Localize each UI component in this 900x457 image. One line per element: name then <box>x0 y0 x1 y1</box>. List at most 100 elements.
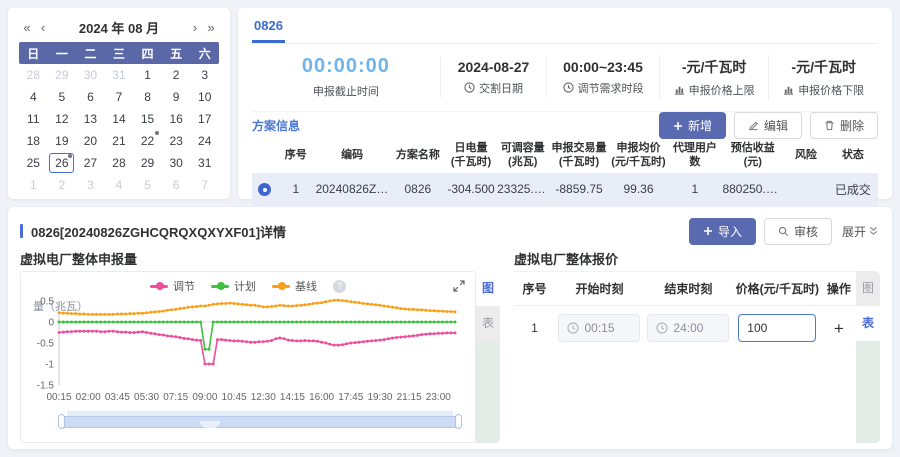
calendar-day[interactable]: 7 <box>106 87 131 107</box>
svg-text:-0.5: -0.5 <box>37 339 55 350</box>
calendar-day[interactable]: 6 <box>78 87 103 107</box>
slider-range[interactable] <box>61 416 459 428</box>
start-time-input[interactable]: 00:15 <box>558 314 640 342</box>
prev-month-button[interactable]: ‹ <box>35 20 51 35</box>
calendar-day[interactable]: 17 <box>192 109 217 129</box>
calendar-day[interactable]: 13 <box>78 109 103 129</box>
next-month-button[interactable]: › <box>187 20 203 35</box>
stats-row: 00:00:00 申报截止时间 2024-08-27 交割日期 00:00~23… <box>252 44 878 112</box>
calendar-day[interactable]: 8 <box>135 87 160 107</box>
calendar-day[interactable]: 26 <box>49 153 74 173</box>
calendar-day[interactable]: 30 <box>78 65 103 85</box>
add-price-row-button[interactable]: + <box>834 319 844 338</box>
calendar-day[interactable]: 3 <box>192 65 217 85</box>
calendar-day[interactable]: 29 <box>49 65 74 85</box>
calendar-day[interactable]: 18 <box>21 131 46 151</box>
calendar-day[interactable]: 23 <box>164 131 189 151</box>
calendar-day[interactable]: 3 <box>78 175 103 195</box>
calendar-day[interactable]: 2 <box>164 65 189 85</box>
help-icon[interactable]: ? <box>333 280 346 293</box>
calendar-day[interactable]: 19 <box>49 131 74 151</box>
calendar-day[interactable]: 24 <box>192 131 217 151</box>
calendar-day[interactable]: 1 <box>21 175 46 195</box>
calendar-day[interactable]: 1 <box>135 65 160 85</box>
calendar-grid: 2829303112345678910111213141516171819202… <box>19 64 219 196</box>
chart-legend: 调节计划基线? <box>27 277 469 295</box>
calendar-day[interactable]: 22 <box>135 131 160 151</box>
expand-toggle[interactable]: 展开 <box>840 223 880 240</box>
title-accent-bar <box>20 224 23 238</box>
calendar-day[interactable]: 9 <box>164 87 189 107</box>
calendar-day[interactable]: 28 <box>106 153 131 173</box>
calendar-day[interactable]: 10 <box>192 87 217 107</box>
audit-button[interactable]: 审核 <box>764 218 832 245</box>
cell-name: 0826 <box>390 173 446 206</box>
calendar-day[interactable]: 29 <box>135 153 160 173</box>
calendar-day[interactable]: 2 <box>49 175 74 195</box>
calendar-day[interactable]: 28 <box>21 65 46 85</box>
stat-deadline: 00:00:00 申报截止时间 <box>252 53 440 101</box>
prev-year-button[interactable]: « <box>19 20 35 35</box>
slider-handle-right[interactable] <box>455 414 462 429</box>
tab-table-view[interactable]: 表 <box>856 306 880 341</box>
calendar-day[interactable]: 5 <box>49 87 74 107</box>
edit-button[interactable]: 编辑 <box>734 112 802 139</box>
svg-text:12:30: 12:30 <box>251 392 276 403</box>
datazoom-slider[interactable] <box>61 411 459 428</box>
svg-text:0: 0 <box>48 318 54 329</box>
svg-text:-1.5: -1.5 <box>37 381 55 392</box>
cell-adjustable-capacity: 23325.000 <box>496 173 549 206</box>
column-header: 价格(元/千瓦时) <box>733 280 822 297</box>
chart-svg: 0.50-0.5-1-1.500:1502:0003:4505:3007:150… <box>27 295 465 407</box>
calendar-day[interactable]: 11 <box>21 109 46 129</box>
calendar-day[interactable]: 27 <box>78 153 103 173</box>
calendar-day[interactable]: 6 <box>164 175 189 195</box>
pricing-seq: 1 <box>514 321 555 335</box>
calendar-day[interactable]: 15 <box>135 109 160 129</box>
calendar-day[interactable]: 25 <box>21 153 46 173</box>
end-time-input[interactable]: 24:00 <box>647 314 729 342</box>
slider-handle-left[interactable] <box>58 414 65 429</box>
detail-panel: 0826[20240826ZGHCQRQXQXYXF01]详情 导入 审核 展开… <box>8 207 892 449</box>
svg-text:03:45: 03:45 <box>105 392 130 403</box>
legend-item[interactable]: 调节 <box>150 278 195 294</box>
calendar-day[interactable]: 4 <box>106 175 131 195</box>
column-header: 结束时刻 <box>644 280 733 297</box>
row-radio[interactable] <box>258 183 271 196</box>
calendar-day[interactable]: 5 <box>135 175 160 195</box>
calendar-day[interactable]: 30 <box>164 153 189 173</box>
calendar-day[interactable]: 14 <box>106 109 131 129</box>
tab-chart-view[interactable]: 图 <box>476 271 500 306</box>
tab-0826[interactable]: 0826 <box>252 16 285 43</box>
next-year-button[interactable]: » <box>203 20 219 35</box>
price-input[interactable] <box>738 314 816 342</box>
tab-chart-view[interactable]: 图 <box>856 271 880 306</box>
expand-label: 展开 <box>842 223 866 240</box>
stat-price-lower: -元/千瓦时 申报价格下限 <box>768 55 878 100</box>
calendar-day[interactable]: 20 <box>78 131 103 151</box>
calendar-day[interactable]: 4 <box>21 87 46 107</box>
add-button[interactable]: 新增 <box>659 112 726 139</box>
stat-delivery-date: 2024-08-27 交割日期 <box>440 57 546 98</box>
calendar-day[interactable]: 21 <box>106 131 131 151</box>
tab-table-view[interactable]: 表 <box>476 306 500 341</box>
bar-chart-icon <box>783 84 794 95</box>
calendar-day[interactable]: 12 <box>49 109 74 129</box>
fullscreen-icon[interactable] <box>453 280 465 295</box>
calendar-day[interactable]: 31 <box>192 153 217 173</box>
table-row[interactable]: 1 20240826ZGHC... 0826 -304.500 23325.00… <box>252 173 878 206</box>
report-chart[interactable]: 0.50-0.5-1-1.500:1502:0003:4505:3007:150… <box>27 295 469 410</box>
calendar-day[interactable]: 31 <box>106 65 131 85</box>
stat-value: 00:00~23:45 <box>551 59 655 75</box>
import-button[interactable]: 导入 <box>689 218 756 245</box>
stat-value: 2024-08-27 <box>445 59 542 75</box>
calendar-day[interactable]: 7 <box>192 175 217 195</box>
pricing-table: 序号开始时刻结束时刻价格(元/千瓦时)操作 1 00:15 <box>514 271 856 443</box>
delete-button[interactable]: 删除 <box>810 112 878 139</box>
svg-text:16:00: 16:00 <box>309 392 334 403</box>
pricing-row: 1 00:15 24:00 <box>514 306 856 350</box>
legend-item[interactable]: 基线 <box>272 278 317 294</box>
column-header: 预估收益 (元) <box>721 139 784 173</box>
legend-item[interactable]: 计划 <box>211 278 256 294</box>
calendar-day[interactable]: 16 <box>164 109 189 129</box>
